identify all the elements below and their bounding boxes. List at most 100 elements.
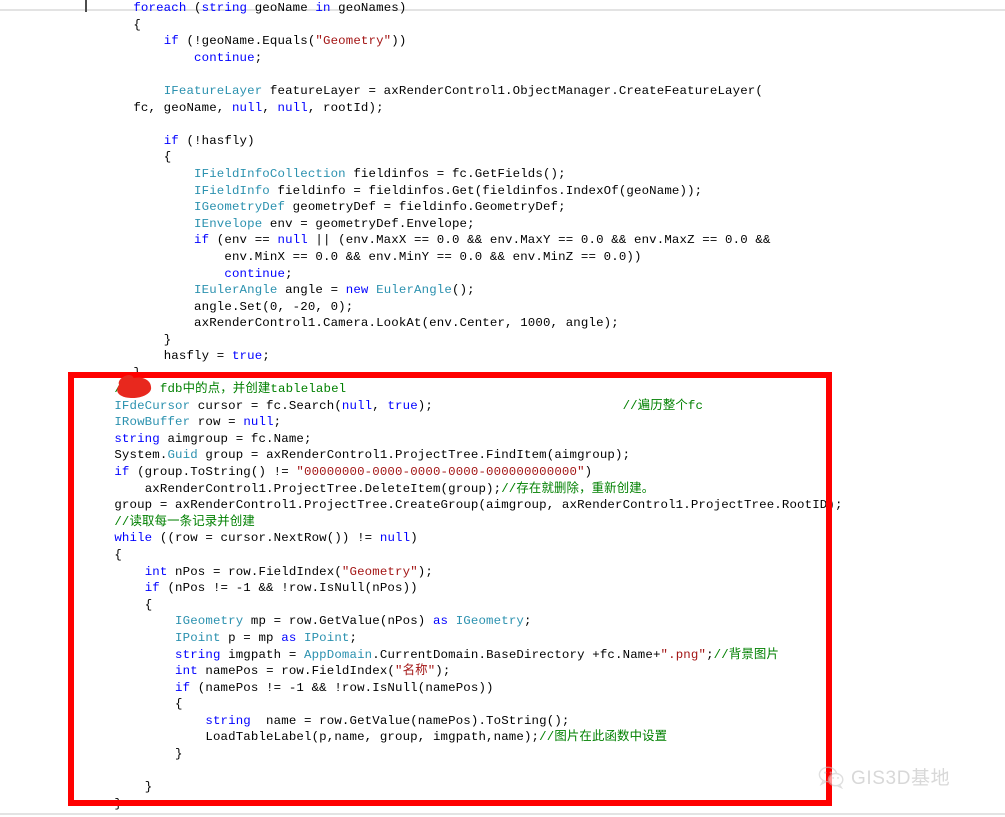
code-line: axRenderControl1.Camera.LookAt(env.Cente… <box>103 316 619 330</box>
code-line: if (group.ToString() != "00000000-0000-0… <box>84 465 592 479</box>
code-line: hasfly = true; <box>103 349 270 363</box>
code-line: if (!geoName.Equals("Geometry")) <box>103 34 407 49</box>
code-line: IGeometryDef geometryDef = fieldinfo.Geo… <box>103 200 566 214</box>
code-token: IPoint <box>304 630 350 645</box>
code-token: geoNames) <box>330 1 407 15</box>
code-line: } <box>84 780 152 794</box>
code-token: fc, geoName, <box>133 100 232 115</box>
code-token: ; <box>262 349 270 364</box>
code-token: { <box>163 150 172 165</box>
code-token: null <box>379 531 411 546</box>
code-line: if (!hasfly) <box>103 134 255 148</box>
code-token: ) <box>584 464 593 479</box>
code-token: "Geometry" <box>341 564 418 579</box>
code-token: continue <box>224 266 286 281</box>
code-token: ; <box>706 647 714 662</box>
code-token: "00000000-0000-0000-0000-000000000000" <box>296 464 585 479</box>
code-line: { <box>84 697 183 711</box>
code-token: mp = row.GetValue(nPos) <box>243 614 433 629</box>
code-token: IGeometry <box>175 614 244 629</box>
code-surface[interactable]: foreach (string geoName in geoNames) { i… <box>0 0 1005 817</box>
code-token: (!geoName.Equals( <box>178 34 316 49</box>
code-token: || (env.MaxX == 0.0 && env.MaxY == 0.0 &… <box>307 233 771 248</box>
code-line: IRowBuffer row = null; <box>84 415 281 429</box>
code-token: nPos = row.FieldIndex( <box>167 564 342 579</box>
code-token: string <box>175 647 221 662</box>
code-token: IFieldInfoCollection <box>194 166 346 181</box>
code-line: group = axRenderControl1.ProjectTree.Cre… <box>84 498 843 512</box>
code-line: LoadTableLabel(p,name, group, imgpath,na… <box>84 730 667 744</box>
code-token: axRenderControl1.Camera.LookAt(env.Cente… <box>194 316 619 331</box>
code-token: (); <box>451 283 475 298</box>
code-line: foreach (string geoName in geoNames) <box>103 1 406 15</box>
page-bottom-rule <box>0 813 1005 815</box>
code-token: group = axRenderControl1.ProjectTree.Cre… <box>114 498 843 513</box>
code-token: ; <box>524 614 532 629</box>
code-block-upper[interactable]: foreach (string geoName in geoNames) { i… <box>103 0 771 382</box>
code-token: ); <box>417 398 433 413</box>
code-token: "名称" <box>395 664 436 679</box>
code-token: if <box>163 34 179 49</box>
code-token: ; <box>349 630 358 645</box>
code-token: if <box>144 581 160 596</box>
code-token: ( <box>194 1 202 15</box>
code-token: Guid <box>167 448 198 463</box>
code-line: } <box>84 797 122 811</box>
code-token: ); <box>417 564 433 579</box>
code-token: if <box>175 680 191 695</box>
code-line: } <box>103 333 171 347</box>
code-token: (group.ToString() != <box>129 464 297 479</box>
code-token: ; <box>254 50 263 65</box>
code-token: foreach <box>133 1 195 15</box>
code-token: } <box>114 796 122 811</box>
code-line: IPoint p = mp as IPoint; <box>84 631 357 645</box>
code-token: , <box>262 100 278 115</box>
code-token: axRenderControl1.ProjectTree.DeleteItem(… <box>144 481 502 496</box>
code-token: geometryDef = fieldinfo.GeometryDef; <box>285 200 566 215</box>
code-line: IGeometry mp = row.GetValue(nPos) as IGe… <box>84 614 532 628</box>
code-token: //遍历整个fc <box>432 398 704 413</box>
code-line: if (env == null || (env.MaxX == 0.0 && e… <box>103 233 771 247</box>
code-token: //背景图片 <box>713 647 779 662</box>
code-token: IGeometry <box>455 614 524 629</box>
code-line: IFeatureLayer featureLayer = axRenderCon… <box>103 84 763 98</box>
code-token: )) <box>391 34 407 49</box>
code-token: env = geometryDef.Envelope; <box>262 216 475 231</box>
code-token: ".png" <box>660 647 707 662</box>
code-token: imgpath = <box>220 647 304 662</box>
code-block-lower[interactable]: // fdb中的点，并创建tablelabel IFdeCursor curso… <box>84 381 843 812</box>
code-token: null <box>231 100 263 115</box>
code-line: { <box>103 18 141 32</box>
code-token: featureLayer = axRenderControl1.ObjectMa… <box>262 83 763 98</box>
code-line: IFdeCursor cursor = fc.Search(null, true… <box>84 399 703 413</box>
code-token: true <box>231 349 263 364</box>
code-token: ); <box>435 664 451 679</box>
code-token: { <box>133 17 141 32</box>
code-token: //读取每一条记录并创建 <box>114 514 255 529</box>
code-token: in <box>315 1 331 15</box>
code-token: (!hasfly) <box>178 133 255 148</box>
code-token: { <box>144 597 153 612</box>
code-line: axRenderControl1.ProjectTree.DeleteItem(… <box>84 481 655 496</box>
code-token: ; <box>273 415 282 430</box>
code-token: continue <box>194 50 255 65</box>
code-line: IFieldInfo fieldinfo = fieldinfos.Get(fi… <box>103 184 702 198</box>
code-token: true <box>387 398 418 413</box>
code-token: ((row = cursor.NextRow()) != <box>152 531 380 546</box>
code-token: string <box>114 431 160 446</box>
code-token: null <box>243 415 274 430</box>
code-token: geoName <box>247 1 316 15</box>
code-line: continue; <box>103 51 262 65</box>
code-token: , rootId); <box>307 100 384 115</box>
code-token: row = <box>190 415 244 430</box>
code-token: int <box>175 664 198 679</box>
code-line: fc, geoName, null, null, rootId); <box>103 101 384 115</box>
code-token: while <box>114 531 153 546</box>
code-token: } <box>144 780 153 795</box>
code-token: { <box>175 697 183 712</box>
code-token: EulerAngle <box>376 283 452 298</box>
code-token: IFeatureLayer <box>163 83 263 98</box>
code-line: env.MinX == 0.0 && env.MinY == 0.0 && en… <box>103 250 642 264</box>
code-token: hasfly = <box>163 349 232 364</box>
